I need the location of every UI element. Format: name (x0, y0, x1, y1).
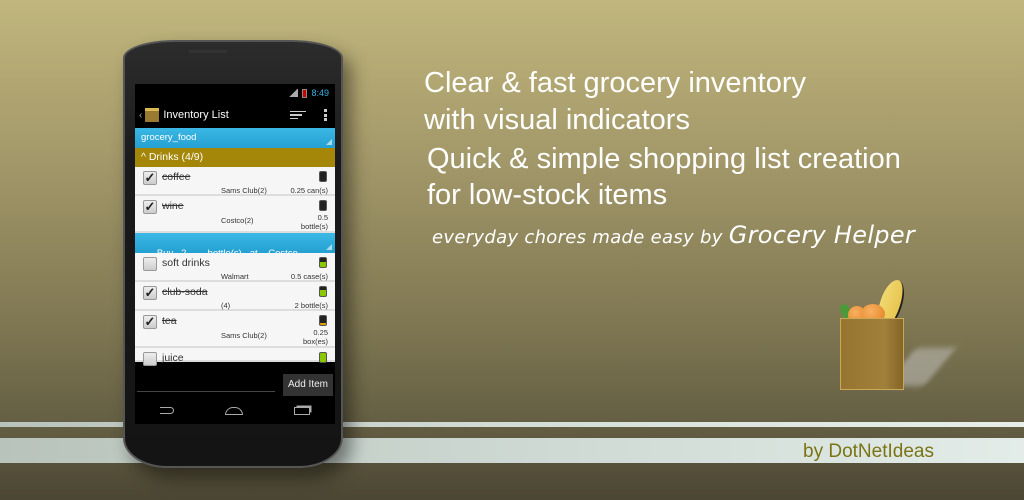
item-store: Sams Club(2) (221, 331, 267, 340)
battery-icon (302, 88, 308, 98)
item-name: coffee (162, 171, 191, 183)
item-list: soft drinks Walmart 0.5 case(s) ✓ club-soda (… (135, 253, 335, 366)
spinner-corner-icon (326, 244, 332, 250)
spinner-corner-icon (326, 139, 332, 145)
app-icon[interactable] (145, 108, 160, 122)
action-bar: ‹ Inventory List (135, 102, 335, 128)
tagline-prefix: everyday chores made easy by (432, 227, 729, 248)
item-store: Costco(2) (221, 216, 254, 225)
item-name: tea (162, 315, 177, 327)
item-name: club-soda (162, 286, 208, 298)
item-list: ✓ coffee Sams Club(2) 0.25 can(s) ✓ wine Costc… (135, 167, 335, 233)
phone-mockup: 8:49 ‹ Inventory List grocery_food ^ Dri… (123, 40, 343, 468)
item-checkbox[interactable]: ✓ (143, 315, 157, 329)
navigation-bar (135, 397, 335, 424)
credit-text: by DotNetIdeas (803, 441, 934, 462)
status-bar: 8:49 (135, 84, 335, 102)
stock-level-fill (320, 262, 326, 267)
stock-level-fill (320, 323, 326, 325)
list-item[interactable]: juice (135, 348, 335, 366)
item-quantity: 0.25 box(es) (302, 328, 328, 346)
headline-line-1: Clear & fast grocery inventory (424, 67, 806, 99)
stock-level-indicator (319, 286, 327, 297)
item-checkbox[interactable] (143, 352, 157, 366)
headline-line-4: for low-stock items (427, 179, 668, 211)
recent-apps-icon[interactable] (293, 406, 310, 415)
item-checkbox[interactable]: ✓ (143, 200, 157, 214)
buy-bar[interactable]: Buy 2 bottle(s) at Costco (135, 233, 335, 259)
list-item[interactable]: ✓ wine Costco(2) 0.5 bottle(s) (135, 196, 335, 233)
back-icon[interactable] (160, 407, 175, 414)
item-store: Sams Club(2) (221, 186, 267, 195)
up-navigation-icon[interactable]: ‹ (139, 110, 142, 121)
tagline-brand: Grocery Helper (728, 221, 916, 249)
headline-line-3: Quick & simple shopping list creation (427, 143, 901, 175)
list-item[interactable]: ✓ tea Sams Club(2) 0.25 box(es) (135, 311, 335, 348)
item-quantity: 0.5 bottle(s) (300, 213, 328, 231)
item-store: Walmart (221, 272, 249, 281)
input-underline[interactable] (137, 391, 275, 392)
grocery-bag-icon (840, 318, 904, 390)
item-store: (4) (221, 301, 231, 310)
item-name: juice (162, 352, 184, 364)
group-header-drinks[interactable]: ^ Drinks (4/9) (135, 148, 335, 167)
list-item[interactable]: ✓ club-soda (4) 2 bottle(s) (135, 282, 335, 311)
add-item-button[interactable]: Add Item (282, 374, 333, 396)
item-name: wine (162, 200, 184, 212)
stock-level-indicator (319, 171, 327, 182)
item-quantity: 0.5 case(s) (290, 272, 328, 281)
item-quantity: 2 bottle(s) (294, 301, 328, 310)
stock-level-indicator (319, 257, 327, 268)
sort-icon[interactable] (290, 109, 306, 122)
item-checkbox[interactable]: ✓ (143, 286, 157, 300)
stock-level-indicator (319, 200, 327, 211)
category-spinner-value: grocery_food (141, 132, 197, 143)
bottom-bar: Add Item (135, 372, 335, 396)
stock-level-fill (320, 290, 326, 296)
category-spinner[interactable]: grocery_food (135, 128, 335, 148)
item-checkbox[interactable] (143, 257, 157, 271)
status-time: 8:49 (311, 88, 329, 98)
tagline: everyday chores made easy by Grocery Hel… (432, 221, 915, 249)
phone-screen: 8:49 ‹ Inventory List grocery_food ^ Dri… (135, 84, 335, 424)
signal-icon (288, 89, 299, 97)
headline-line-2: with visual indicators (424, 104, 690, 136)
action-bar-title: Inventory List (163, 109, 229, 121)
overflow-menu-icon[interactable] (324, 108, 327, 123)
item-checkbox[interactable]: ✓ (143, 171, 157, 185)
phone-speaker (189, 50, 227, 53)
item-quantity: 0.25 can(s) (290, 186, 328, 195)
stock-level-indicator (319, 315, 327, 326)
list-item[interactable]: ✓ coffee Sams Club(2) 0.25 can(s) (135, 167, 335, 196)
stock-level-indicator (319, 352, 327, 363)
list-item[interactable]: soft drinks Walmart 0.5 case(s) (135, 253, 335, 282)
home-icon[interactable] (224, 406, 243, 415)
item-name: soft drinks (162, 257, 210, 269)
stock-level-fill (320, 353, 326, 362)
